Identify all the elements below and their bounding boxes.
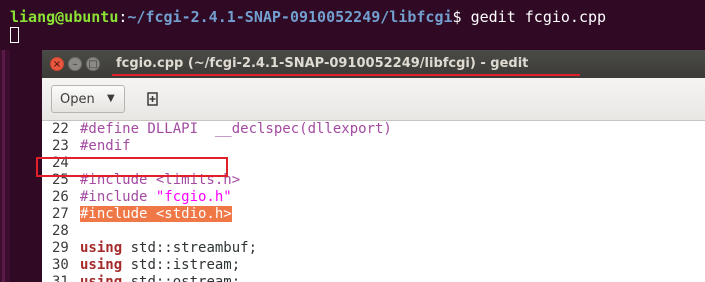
line-code: #endif [80,138,131,154]
line-keyword: using [80,274,123,282]
code-line: 30 using std::istream; [52,257,240,274]
terminal-path: ~/fcgi-2.4.1-SNAP-0910052249/libfcgi [127,8,453,26]
terminal-cursor [10,27,19,43]
new-document-button[interactable] [138,85,168,113]
new-document-icon [147,92,158,106]
open-label: Open [60,92,95,107]
line-number: 29 [52,240,69,256]
maximize-button[interactable]: □ [86,57,100,71]
launcher-edge [0,50,10,282]
line-number: 23 [52,138,69,154]
line-keyword: using [80,257,123,273]
code-line: 31 using std::ostream; [52,274,240,282]
line-keyword: using [80,240,123,256]
line-string: "fcgio.h" [155,189,232,205]
line-number: 28 [52,223,69,239]
code-line: 26 #include "fcgio.h" [52,189,232,206]
line-code: std::ostream; [122,274,241,282]
annotation-highlight-box [36,157,228,177]
minimize-button[interactable]: – [68,57,82,71]
line-code: #define DLLAPI __declspec(dllexport) [80,121,392,137]
line-number: 30 [52,257,69,273]
line-code: std::istream; [122,257,241,273]
line-number: 26 [52,189,69,205]
toolbar: Open ▼ [42,78,705,121]
selected-code: #include <stdio.h> [80,206,232,222]
code-line: 22 #define DLLAPI __declspec(dllexport) [52,121,392,138]
line-number: 27 [52,206,69,222]
code-editor[interactable]: 22 #define DLLAPI __declspec(dllexport) 2… [42,121,705,282]
window-title: fcgio.cpp (~/fcgi-2.4.1-SNAP-0910052249/… [116,56,529,71]
title-annotation-underline [112,74,580,76]
line-code: std::streambuf; [122,240,258,256]
line-code: #include [80,189,156,205]
code-line-selected: 27 #include <stdio.h> [52,206,232,223]
chevron-down-icon: ▼ [107,93,115,104]
close-button[interactable]: × [50,57,64,71]
code-line: 23 #endif [52,138,131,155]
code-line: 28 [52,223,80,240]
code-line: 29 using std::streambuf; [52,240,257,257]
terminal-prompt-line: liang@ubuntu:~/fcgi-2.4.1-SNAP-091005224… [10,8,606,26]
terminal-command: $ gedit fcgio.cpp [452,8,607,26]
line-number: 22 [52,121,69,137]
open-button[interactable]: Open ▼ [51,85,125,113]
terminal-user-host: liang@ubuntu [10,8,119,26]
title-bar[interactable]: × – □ fcgio.cpp (~/fcgi-2.4.1-SNAP-09100… [42,50,705,78]
line-number: 31 [52,274,69,282]
